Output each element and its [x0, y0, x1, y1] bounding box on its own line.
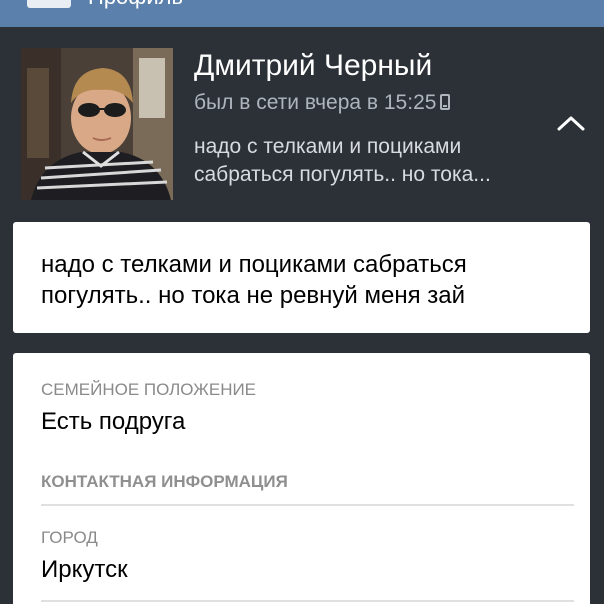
divider — [41, 600, 574, 602]
relationship-label: СЕМЕЙНОЕ ПОЛОЖЕНИЕ — [41, 380, 257, 399]
status-preview[interactable]: надо с телками и поциками сабраться погу… — [194, 133, 534, 189]
status-card: надо с телками и поциками сабраться погу… — [13, 222, 590, 333]
status-text: надо с телками и поциками сабраться погу… — [41, 251, 467, 309]
top-bar-title: Профиль — [88, 0, 183, 8]
top-app-bar: Профиль — [0, 0, 604, 27]
relationship-value: Есть подруга — [41, 408, 186, 435]
contact-section-header: КОНТАКТНАЯ ИНФОРМАЦИЯ — [41, 472, 288, 491]
profile-name: Дмитрий Черный — [194, 49, 433, 82]
avatar[interactable] — [21, 48, 173, 200]
status-preview-line: надо с телками и поциками — [194, 135, 462, 158]
menu-icon[interactable] — [27, 0, 71, 8]
info-card: СЕМЕЙНОЕ ПОЛОЖЕНИЕ Есть подруга КОНТАКТН… — [13, 353, 590, 604]
online-status-text: был в сети вчера в 15:25 — [194, 91, 437, 114]
chevron-up-icon[interactable] — [556, 112, 586, 134]
avatar-photo — [21, 48, 173, 200]
city-value[interactable]: Иркутск — [41, 556, 128, 584]
online-status: был в сети вчера в 15:25 — [194, 90, 451, 116]
divider — [41, 504, 574, 506]
phone-icon — [440, 94, 451, 110]
city-label: ГОРОД — [41, 528, 98, 547]
status-preview-line: сабраться погулять.. но тока... — [194, 163, 491, 186]
